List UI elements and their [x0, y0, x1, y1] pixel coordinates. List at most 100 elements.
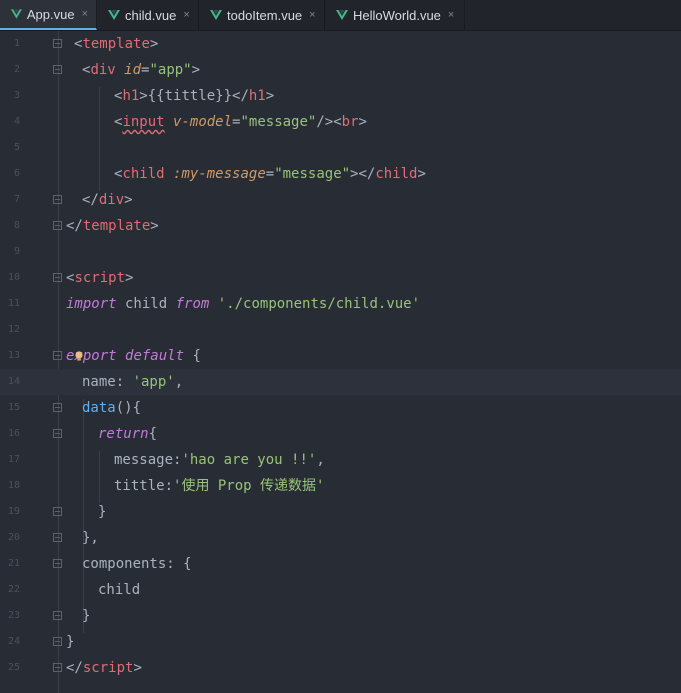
code-line-9: 9 — [0, 239, 681, 265]
code-text: import child from './components/child.vu… — [66, 296, 421, 312]
code-line-17: 17 message:'hao are you !!', — [0, 447, 681, 473]
code-line-11: 11 import child from './components/child… — [0, 291, 681, 317]
line-number: 17 — [7, 454, 20, 465]
code-text: } — [98, 504, 107, 520]
code-text: components: { — [82, 556, 192, 572]
line-number: 16 — [7, 428, 20, 439]
line-number: 20 — [7, 532, 20, 543]
code-text: <template> — [74, 36, 159, 52]
fold-marker-icon[interactable] — [53, 273, 62, 282]
fold-marker-icon[interactable] — [53, 611, 62, 620]
line-number: 24 — [7, 636, 20, 647]
vue-file-icon — [210, 10, 222, 20]
code-text: child — [98, 582, 141, 598]
close-icon[interactable]: × — [82, 8, 88, 20]
code-line-10: 10 <script> — [0, 265, 681, 291]
fold-marker-icon[interactable] — [53, 663, 62, 672]
lightbulb-icon[interactable] — [74, 351, 84, 362]
tab-label: child.vue — [125, 7, 177, 23]
code-line-5: 5 — [0, 135, 681, 161]
close-icon[interactable]: × — [183, 9, 189, 21]
line-number: 3 — [13, 90, 20, 101]
code-text: name: 'app', — [82, 374, 184, 390]
code-line-4: 4 <input v-model="message"/><br> — [0, 109, 681, 135]
code-line-18: 18 tittle:'使用 Prop 传递数据' — [0, 473, 681, 499]
code-line-3: 3 <h1>{{tittle}}</h1> — [0, 83, 681, 109]
code-line-8: 8 </template> — [0, 213, 681, 239]
code-line-23: 23 } — [0, 603, 681, 629]
close-icon[interactable]: × — [448, 9, 454, 21]
code-text: tittle:'使用 Prop 传递数据' — [114, 478, 325, 494]
line-number: 4 — [13, 116, 20, 127]
vue-file-icon — [108, 10, 120, 20]
code-text: <script> — [66, 270, 134, 286]
tab-label: todoItem.vue — [227, 7, 303, 23]
code-line-22: 22 child — [0, 577, 681, 603]
line-number: 2 — [13, 64, 20, 75]
code-line-13: 13 export default { — [0, 343, 681, 369]
line-number: 1 — [13, 38, 20, 49]
fold-marker-icon[interactable] — [53, 507, 62, 516]
line-number: 10 — [7, 272, 20, 283]
fold-marker-icon[interactable] — [53, 65, 62, 74]
code-line-14: 14 name: 'app', — [0, 369, 681, 395]
line-number: 9 — [13, 246, 20, 257]
code-line-25: 25 </script> — [0, 655, 681, 681]
fold-marker-icon[interactable] — [53, 195, 62, 204]
code-text: data(){ — [82, 400, 142, 416]
code-line-15: 15 data(){ — [0, 395, 681, 421]
code-line-6: 6 <child :my-message="message"></child> — [0, 161, 681, 187]
line-number: 19 — [7, 506, 20, 517]
code-text: <child :my-message="message"></child> — [114, 166, 426, 182]
fold-marker-icon[interactable] — [53, 39, 62, 48]
tab-label: HelloWorld.vue — [353, 7, 441, 23]
code-line-2: 2 <div id="app"> — [0, 57, 681, 83]
vue-file-icon — [10, 9, 22, 19]
code-text: <h1>{{tittle}}</h1> — [114, 88, 275, 104]
line-number: 18 — [7, 480, 20, 491]
line-number: 25 — [7, 662, 20, 673]
vue-file-icon — [336, 10, 348, 20]
editor-tab-bar: App.vue × child.vue × todoItem.vue × Hel… — [0, 0, 681, 31]
code-editor[interactable]: 1 <template> 2 <div id="app"> 3 <h1>{{ti… — [0, 31, 681, 693]
code-text: </template> — [66, 218, 159, 234]
tab-helloworld-vue[interactable]: HelloWorld.vue × — [325, 0, 465, 30]
fold-marker-icon[interactable] — [53, 351, 62, 360]
code-text: } — [66, 634, 75, 650]
code-text: }, — [82, 530, 99, 546]
code-line-7: 7 </div> — [0, 187, 681, 213]
tab-child-vue[interactable]: child.vue × — [97, 0, 199, 30]
line-number: 6 — [13, 168, 20, 179]
line-number: 13 — [7, 350, 20, 361]
line-number: 8 — [13, 220, 20, 231]
code-text: message:'hao are you !!', — [114, 452, 325, 468]
line-number: 21 — [7, 558, 20, 569]
code-text: return{ — [98, 426, 158, 442]
close-icon[interactable]: × — [309, 9, 315, 21]
fold-marker-icon[interactable] — [53, 533, 62, 542]
line-number: 5 — [13, 142, 20, 153]
code-text: </div> — [82, 192, 133, 208]
code-line-24: 24 } — [0, 629, 681, 655]
fold-marker-icon[interactable] — [53, 221, 62, 230]
fold-marker-icon[interactable] — [53, 637, 62, 646]
tab-app-vue[interactable]: App.vue × — [0, 0, 97, 30]
tab-label: App.vue — [26, 6, 75, 22]
fold-marker-icon[interactable] — [53, 403, 62, 412]
code-text: </script> — [66, 660, 142, 676]
code-text: export default { — [66, 348, 201, 364]
code-line-21: 21 components: { — [0, 551, 681, 577]
line-number: 15 — [7, 402, 20, 413]
line-number: 14 — [7, 376, 20, 387]
line-number: 7 — [13, 194, 20, 205]
fold-marker-icon[interactable] — [53, 429, 62, 438]
code-line-16: 16 return{ — [0, 421, 681, 447]
line-number: 23 — [7, 610, 20, 621]
line-number: 22 — [7, 584, 20, 595]
code-text: <div id="app"> — [82, 62, 201, 78]
code-text: } — [82, 608, 91, 624]
code-line-19: 19 } — [0, 499, 681, 525]
code-line-1: 1 <template> — [0, 31, 681, 57]
tab-todoitem-vue[interactable]: todoItem.vue × — [199, 0, 325, 30]
fold-marker-icon[interactable] — [53, 559, 62, 568]
